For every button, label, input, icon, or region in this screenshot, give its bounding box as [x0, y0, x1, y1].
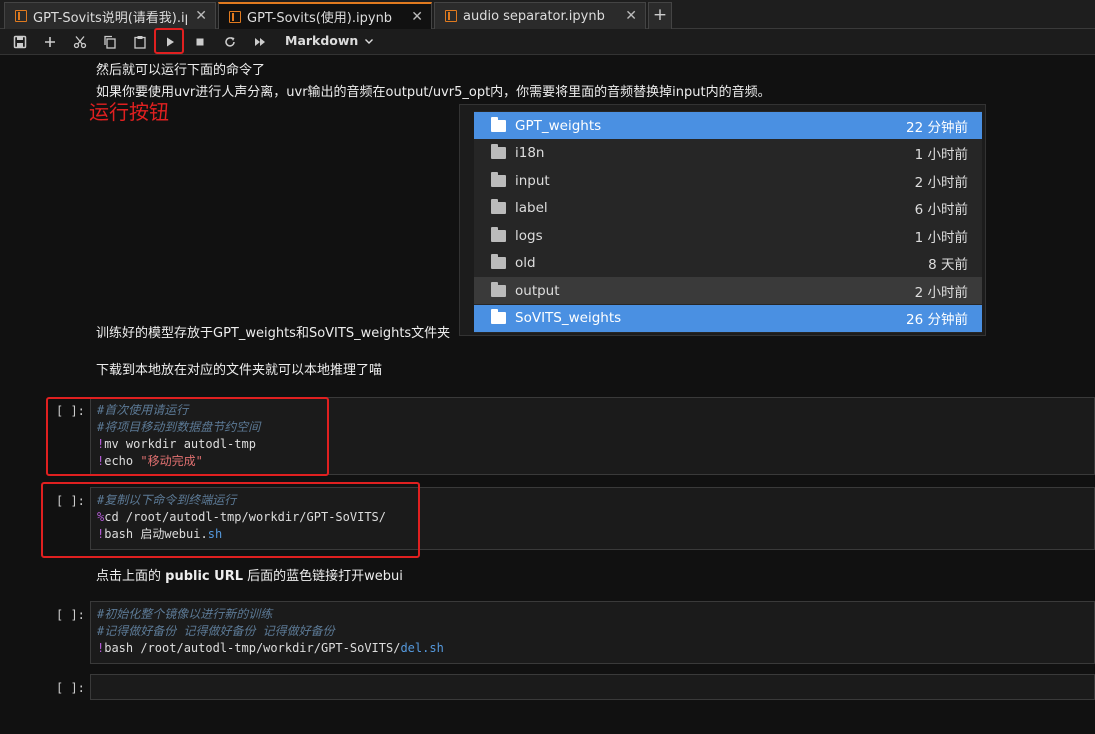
folder-icon: [491, 254, 506, 269]
file-browser-popup: GPT_weights 22 分钟前 i18n 1 小时前 input 2 小时前 labe…: [459, 104, 986, 336]
file-row[interactable]: i18n 1 小时前: [474, 140, 982, 167]
run-button-highlight: [154, 28, 184, 54]
close-icon[interactable]: ✕: [195, 8, 207, 24]
restart-icon[interactable]: [219, 32, 241, 52]
notebook-icon: [229, 10, 241, 23]
file-modified-time: 2 小时前: [914, 174, 968, 191]
folder-icon: [491, 226, 506, 242]
markdown-line: 训练好的模型存放于GPT_weights和SoVITS_weights文件夹: [96, 326, 451, 341]
file-row[interactable]: old 8 天前: [474, 250, 982, 277]
file-name: i18n: [515, 145, 545, 161]
file-row[interactable]: logs 1 小时前: [474, 222, 982, 249]
code-token: del.sh: [400, 641, 444, 655]
markdown-line: 点击上面的 public URL 后面的蓝色链接打开webui: [96, 565, 403, 584]
file-row[interactable]: output 2 小时前: [474, 277, 982, 304]
paste-icon[interactable]: [129, 32, 151, 52]
run-button-annotation: 运行按钮: [89, 100, 169, 124]
cell-type-select[interactable]: Markdown: [285, 33, 374, 48]
code-line: #初始化整个镜像以进行新的训练: [97, 606, 1088, 623]
file-modified-time: 22 分钟前: [906, 119, 968, 136]
markdown-text: 后面的蓝色链接打开webui: [243, 569, 403, 584]
code-cell[interactable]: [90, 674, 1095, 700]
file-modified-time: 1 小时前: [914, 147, 968, 163]
folder-icon: [491, 171, 506, 187]
markdown-line: 然后就可以运行下面的命令了: [96, 63, 266, 78]
chevron-down-icon: [365, 38, 374, 44]
add-icon[interactable]: [39, 32, 61, 52]
file-row[interactable]: SoVITS_weights 26 分钟前: [474, 304, 982, 332]
file-name: GPT_weights: [515, 117, 602, 134]
file-name: SoVITS_weights: [515, 310, 622, 326]
file-modified-time: 26 分钟前: [906, 312, 968, 328]
markdown-line: 下载到本地放在对应的文件夹就可以本地推理了喵: [96, 363, 383, 378]
notebook-icon: [445, 10, 457, 22]
save-icon[interactable]: [9, 32, 31, 52]
file-list: GPT_weights 22 分钟前 i18n 1 小时前 input 2 小时前 labe…: [474, 111, 982, 333]
folder-icon: [491, 309, 506, 324]
cell-highlight: [46, 397, 329, 476]
file-row[interactable]: GPT_weights 22 分钟前: [474, 112, 982, 139]
file-name: input: [515, 172, 550, 189]
tab-bar: GPT-Sovits说明(请看我).ipynb ✕ GPT-Sovits(使用)…: [0, 0, 1095, 29]
file-modified-time: 6 小时前: [914, 202, 968, 218]
cell-prompt: [ ]:: [56, 681, 85, 695]
file-name: output: [515, 282, 560, 299]
code-token: bash /root/autodl-tmp/workdir/GPT-SoVITS…: [104, 641, 401, 655]
cell-highlight: [41, 482, 420, 558]
markdown-line: 如果你要使用uvr进行人声分离，uvr输出的音频在output/uvr5_opt…: [96, 85, 771, 100]
folder-icon: [491, 116, 506, 132]
tab-audio-separator[interactable]: audio separator.ipynb ✕: [434, 2, 646, 29]
file-modified-time: 1 小时前: [914, 229, 968, 246]
tab-gpt-sovits-readme[interactable]: GPT-Sovits说明(请看我).ipynb ✕: [4, 2, 216, 29]
public-url-text: public URL: [165, 569, 244, 584]
code-token: #记得做好备份 记得做好备份 记得做好备份: [97, 624, 335, 638]
file-modified-time: 8 天前: [928, 257, 968, 273]
file-name: logs: [515, 227, 543, 244]
tab-label: audio separator.ipynb: [463, 8, 605, 24]
notebook-icon: [15, 10, 27, 22]
file-modified-time: 2 小时前: [914, 284, 968, 301]
file-row[interactable]: input 2 小时前: [474, 167, 982, 194]
tab-label: GPT-Sovits(使用).ipynb: [247, 11, 393, 26]
file-name: label: [515, 200, 548, 216]
folder-icon: [491, 199, 506, 214]
file-name: old: [515, 255, 536, 271]
code-token: #初始化整个镜像以进行新的训练: [97, 607, 273, 621]
code-line: !bash /root/autodl-tmp/workdir/GPT-SoVIT…: [97, 640, 1088, 657]
markdown-text: 点击上面的: [96, 569, 166, 584]
code-cell[interactable]: #初始化整个镜像以进行新的训练 #记得做好备份 记得做好备份 记得做好备份 !bas…: [90, 601, 1095, 664]
close-icon[interactable]: ✕: [625, 8, 637, 24]
cut-icon[interactable]: [69, 32, 91, 52]
code-line: #记得做好备份 记得做好备份 记得做好备份: [97, 623, 1088, 640]
close-icon[interactable]: ✕: [411, 9, 423, 25]
file-row[interactable]: label 6 小时前: [474, 195, 982, 222]
cell-prompt: [ ]:: [56, 608, 85, 622]
stop-icon[interactable]: [189, 32, 211, 52]
new-tab-button[interactable]: +: [648, 2, 672, 29]
fast-forward-icon[interactable]: [249, 32, 271, 52]
tab-label: GPT-Sovits说明(请看我).ipynb: [33, 10, 187, 26]
folder-icon: [491, 144, 506, 159]
tab-gpt-sovits-use[interactable]: GPT-Sovits(使用).ipynb ✕: [218, 2, 432, 29]
cell-type-label: Markdown: [285, 33, 359, 48]
copy-icon[interactable]: [99, 32, 121, 52]
folder-icon: [491, 281, 506, 297]
